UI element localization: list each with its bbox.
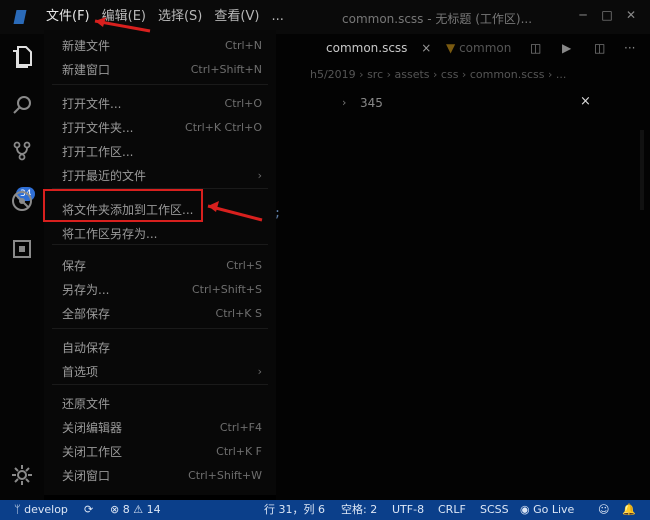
branch-name: develop bbox=[24, 503, 68, 516]
warning-count: 14 bbox=[146, 503, 161, 516]
status-bar: ᛘ develop ⟳ ⊗ 8 ⚠ 14 行 31，列 6 空格: 2 UTF-… bbox=[0, 500, 650, 520]
problems-status[interactable]: ⊗ 8 ⚠ 14 bbox=[110, 500, 161, 520]
language-mode[interactable]: SCSS bbox=[480, 500, 509, 520]
indentation[interactable]: 空格: 2 bbox=[341, 500, 377, 520]
error-count: 8 bbox=[122, 503, 130, 516]
branch-status[interactable]: ᛘ develop bbox=[14, 500, 68, 520]
eol[interactable]: CRLF bbox=[438, 500, 466, 520]
cursor-position[interactable]: 行 31，列 6 bbox=[264, 500, 325, 520]
branch-icon: ᛘ bbox=[14, 503, 25, 516]
warning-icon: ⚠ bbox=[129, 503, 147, 516]
error-icon: ⊗ bbox=[110, 503, 123, 516]
encoding[interactable]: UTF-8 bbox=[392, 500, 424, 520]
go-live-label: Go Live bbox=[533, 503, 575, 516]
broadcast-icon: ◉ bbox=[520, 503, 534, 516]
annotation-arrows bbox=[94, 17, 263, 222]
feedback-icon[interactable]: ☺ bbox=[598, 500, 609, 520]
sync-icon[interactable]: ⟳ bbox=[84, 500, 93, 520]
go-live-button[interactable]: ◉ Go Live bbox=[520, 500, 574, 520]
notifications-icon[interactable]: 🔔 bbox=[622, 500, 636, 520]
